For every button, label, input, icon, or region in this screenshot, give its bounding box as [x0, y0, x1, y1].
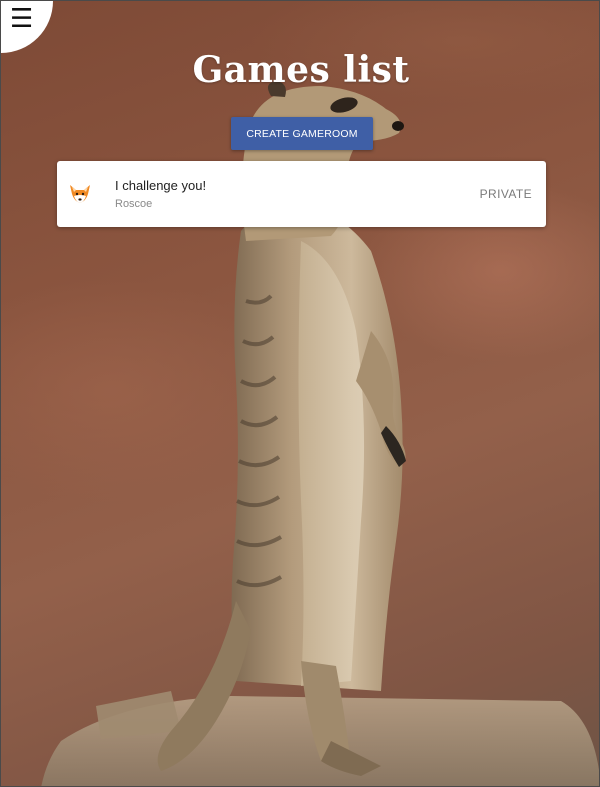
fox-face-icon [70, 185, 90, 203]
game-list-item[interactable]: I challenge you! Roscoe PRIVATE [57, 161, 546, 227]
game-privacy-label: PRIVATE [479, 187, 532, 201]
games-list: I challenge you! Roscoe PRIVATE [57, 161, 546, 227]
game-owner: Roscoe [115, 198, 153, 210]
hamburger-menu-icon: ☰ [10, 4, 34, 34]
game-title: I challenge you! [115, 178, 207, 193]
create-gameroom-button[interactable]: CREATE GAMEROOM [231, 117, 373, 150]
page-title: Games list [192, 49, 410, 91]
app-frame: ☰ Games list CREATE GAMEROOM I challenge… [0, 0, 600, 787]
